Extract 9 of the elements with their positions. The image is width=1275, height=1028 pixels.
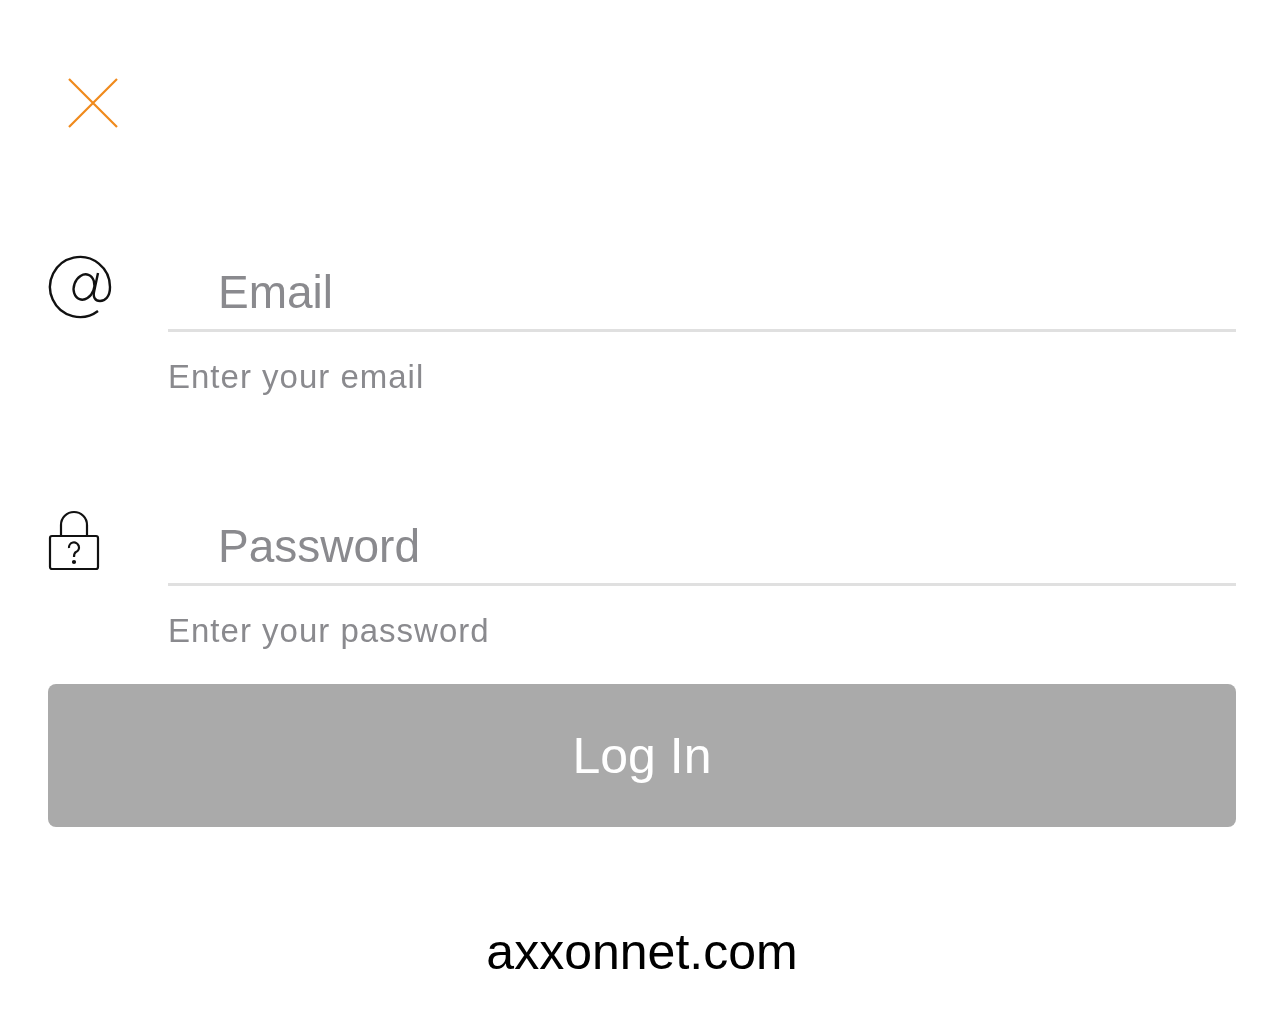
website-link[interactable]: axxonnet.com — [486, 923, 798, 981]
field-hint: Enter your password — [168, 612, 491, 650]
input-field[interactable]: Password — [168, 519, 1236, 586]
close-button[interactable] — [68, 78, 118, 128]
lock-icon — [48, 510, 100, 572]
at-sign-icon — [48, 255, 112, 319]
input-field[interactable]: Email — [168, 265, 1236, 332]
field-hint: Enter your email — [168, 358, 426, 396]
close-icon — [68, 78, 118, 128]
